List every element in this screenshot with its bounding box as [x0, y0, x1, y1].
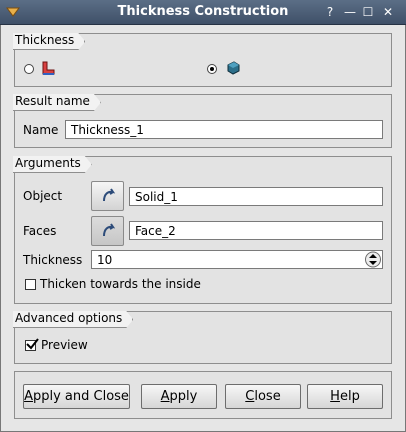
apply-button[interactable]: Apply — [141, 384, 217, 409]
thickness-shell-icon — [42, 61, 55, 75]
faces-select-button[interactable] — [91, 216, 124, 246]
select-arrow-icon — [103, 188, 116, 202]
name-label: Name — [23, 123, 59, 137]
advanced-options-group: Advanced options Preview — [14, 311, 392, 364]
faces-label: Faces — [23, 224, 57, 238]
thickness-label: Thickness — [23, 253, 83, 267]
maximize-button[interactable]: ☐ — [360, 4, 376, 20]
name-input[interactable]: Thickness_1 — [65, 120, 383, 139]
title-bar[interactable]: Thickness Construction ? — ☐ ✕ — [0, 0, 406, 25]
apply-and-close-button[interactable]: Apply and Close — [23, 384, 130, 409]
arguments-group-title: Arguments — [13, 156, 92, 173]
thickness-solid-icon — [227, 61, 240, 75]
help-button[interactable]: Help — [307, 384, 383, 409]
spin-arrows-icon[interactable] — [364, 251, 382, 268]
arguments-group: Arguments Object Solid_1 Faces Face_2 Th… — [14, 156, 392, 304]
result-name-group: Result name Name Thickness_1 — [14, 94, 392, 148]
thickness-group-title: Thickness — [13, 33, 85, 50]
mode-radio-2[interactable] — [207, 64, 217, 74]
select-arrow-icon — [103, 223, 116, 237]
preview-label: Preview — [41, 338, 88, 352]
object-input[interactable]: Solid_1 — [129, 187, 383, 206]
button-bar: Apply and Close Apply Close Help — [14, 371, 392, 419]
faces-input[interactable]: Face_2 — [129, 221, 383, 240]
thickness-value: 10 — [97, 253, 113, 267]
minimize-button[interactable]: — — [342, 4, 358, 20]
checkmark-icon — [26, 338, 39, 350]
mode-radio-1[interactable] — [24, 64, 34, 74]
advanced-options-group-title: Advanced options — [13, 311, 133, 328]
object-label: Object — [23, 189, 63, 203]
help-title-button[interactable]: ? — [322, 4, 338, 20]
preview-checkbox[interactable] — [25, 338, 39, 351]
thicken-inside-label: Thicken towards the inside — [40, 277, 201, 291]
thicken-inside-checkbox[interactable] — [25, 279, 36, 290]
result-name-group-title: Result name — [13, 94, 101, 111]
close-button[interactable]: Close — [225, 384, 301, 409]
thickness-spinbox[interactable]: 10 — [91, 250, 383, 269]
close-window-button[interactable]: ✕ — [380, 4, 396, 20]
object-select-button[interactable] — [91, 181, 124, 211]
thickness-group: Thickness — [14, 33, 392, 87]
